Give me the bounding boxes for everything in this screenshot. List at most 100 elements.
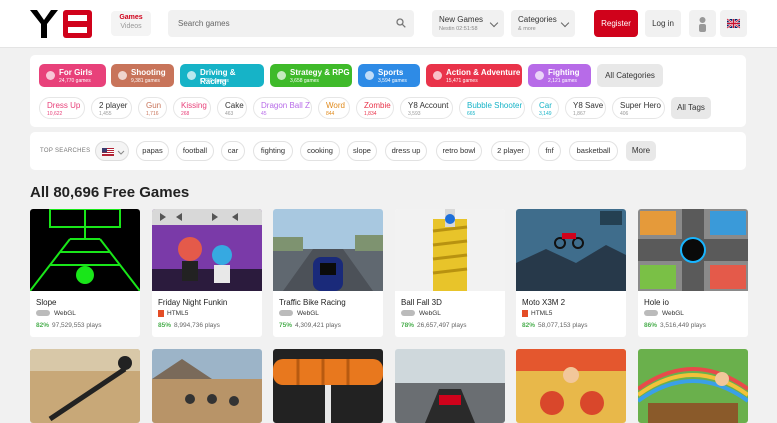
tag-dragon-ball-z[interactable]: Dragon Ball Z 45 [253,97,312,119]
category-shooting[interactable]: Shooting 9,381 games [111,64,174,87]
game-card[interactable]: Moto X3M 2 HTML5 82% 58,077,153 plays [516,209,626,337]
categories-dropdown[interactable]: Categories & more [511,10,575,37]
game-thumbnail[interactable] [273,349,383,423]
game-stats: 86% 3,516,449 plays [644,322,706,329]
tag-2-player[interactable]: 2 player 1,455 [91,97,132,119]
game-thumbnail[interactable] [638,209,748,291]
search-pill-dress-up[interactable]: dress up [385,141,427,161]
webgl-icon [36,310,50,317]
search-pill-car[interactable]: car [221,141,245,161]
user-button[interactable] [689,10,716,37]
tag-label: Car [539,101,552,110]
game-tech: WebGL [36,310,76,317]
search-placeholder: Search games [178,19,230,28]
tag-label: Y8 Save [573,101,604,110]
y8-logo[interactable] [30,10,92,38]
search-pill-football[interactable]: football [176,141,214,161]
more-searches-button[interactable]: More [626,141,656,161]
tag-count: 10,622 [47,111,63,117]
tag-word[interactable]: Word 844 [318,97,350,119]
country-selector[interactable] [95,141,129,161]
tag-kissing[interactable]: Kissing 268 [173,97,211,119]
game-card[interactable] [516,349,626,423]
search-pill-retro-bowl[interactable]: retro bowl [436,141,482,161]
search-pill-fnf[interactable]: fnf [538,141,561,161]
tag-count: 406 [620,111,629,117]
top-header: Games Videos Search games New Games Nest… [0,0,777,48]
new-games-dropdown[interactable]: New Games Nestin 02:51:58 [432,10,504,37]
game-card[interactable] [152,349,262,423]
dress-icon [46,71,55,80]
arrow-icon [277,71,286,80]
game-thumbnail[interactable] [152,209,262,291]
tag-cake[interactable]: Cake 463 [217,97,247,119]
tag-gun[interactable]: Gun 1,716 [138,97,167,119]
game-card[interactable]: Ball Fall 3D WebGL 78% 26,657,497 plays [395,209,505,337]
tag-count: 844 [326,111,335,117]
search-pill-slope[interactable]: slope [347,141,377,161]
search-pill-2-player[interactable]: 2 player [491,141,530,161]
tag-bubble-shooter[interactable]: Bubble Shooter 665 [459,97,525,119]
games-videos-switch[interactable]: Games Videos [111,11,151,36]
videos-tab[interactable]: Videos [111,23,151,30]
login-button[interactable]: Log in [645,10,681,37]
category-driving-racing[interactable]: Driving & Racing 6,729 games [180,64,264,87]
search-pill-basketball[interactable]: basketball [569,141,618,161]
search-input[interactable]: Search games [168,10,414,37]
games-tab[interactable]: Games [111,11,151,21]
game-tech: WebGL [401,310,441,317]
game-thumbnail[interactable] [152,349,262,423]
search-pill-fighting[interactable]: fighting [253,141,293,161]
game-title[interactable]: Hole io [644,298,669,307]
category-fighting[interactable]: Fighting 2,121 games [528,64,591,87]
game-card[interactable] [273,349,383,423]
crosshair-icon [118,71,127,80]
game-stats: 85% 8,994,736 plays [158,322,220,329]
category-for-girls[interactable]: For Girls 24,770 games [39,64,106,87]
game-thumbnail[interactable] [516,349,626,423]
game-card[interactable]: Hole io WebGL 86% 3,516,449 plays [638,209,748,337]
search-pill-cooking[interactable]: cooking [300,141,340,161]
game-thumbnail[interactable] [30,209,140,291]
game-thumbnail[interactable] [395,209,505,291]
tag-car[interactable]: Car 3,149 [531,97,559,119]
category-action-adventure[interactable]: Action & Adventure 15,471 games [426,64,522,87]
game-title[interactable]: Ball Fall 3D [401,298,442,307]
register-button[interactable]: Register [594,10,638,37]
game-thumbnail[interactable] [273,209,383,291]
game-card[interactable] [638,349,748,423]
game-title[interactable]: Moto X3M 2 [522,298,565,307]
all-categories-button[interactable]: All Categories [597,64,663,87]
game-thumbnail[interactable] [516,209,626,291]
category-strategy-rpg[interactable]: Strategy & RPG 3,658 games [270,64,352,87]
game-thumbnail[interactable] [395,349,505,423]
tag-y8-save[interactable]: Y8 Save 1,867 [565,97,606,119]
game-thumbnail[interactable] [30,349,140,423]
tag-label: 2 player [99,101,128,110]
tag-dress-up[interactable]: Dress Up 10,622 [39,97,85,119]
search-pill-papas[interactable]: papas [136,141,169,161]
tag-count: 1,455 [99,111,112,117]
tag-zombie[interactable]: Zombie 1,834 [356,97,394,119]
game-title[interactable]: Slope [36,298,56,307]
tag-label: Y8 Account [408,101,449,110]
game-card[interactable] [30,349,140,423]
search-icon[interactable] [396,18,406,28]
tag-label: Word [326,101,345,110]
language-button[interactable] [720,10,747,37]
game-card[interactable]: Traffic Bike Racing WebGL 75% 4,309,421 p… [273,209,383,337]
game-card[interactable]: Friday Night Funkin HTML5 85% 8,994,736 p… [152,209,262,337]
tag-count: 665 [467,111,476,117]
game-title[interactable]: Traffic Bike Racing [279,298,346,307]
game-thumbnail[interactable] [638,349,748,423]
tag-y8-account[interactable]: Y8 Account 3,593 [400,97,453,119]
tag-super-hero[interactable]: Super Hero 406 [612,97,665,119]
game-title[interactable]: Friday Night Funkin [158,298,227,307]
game-card[interactable] [395,349,505,423]
all-tags-button[interactable]: All Tags [671,97,711,119]
game-card[interactable]: Slope WebGL 82% 97,529,553 plays [30,209,140,337]
swords-icon [535,71,544,80]
gamepad-icon [433,71,442,80]
tag-label: Kissing [181,101,207,110]
category-sports[interactable]: Sports 3,594 games [358,64,420,87]
